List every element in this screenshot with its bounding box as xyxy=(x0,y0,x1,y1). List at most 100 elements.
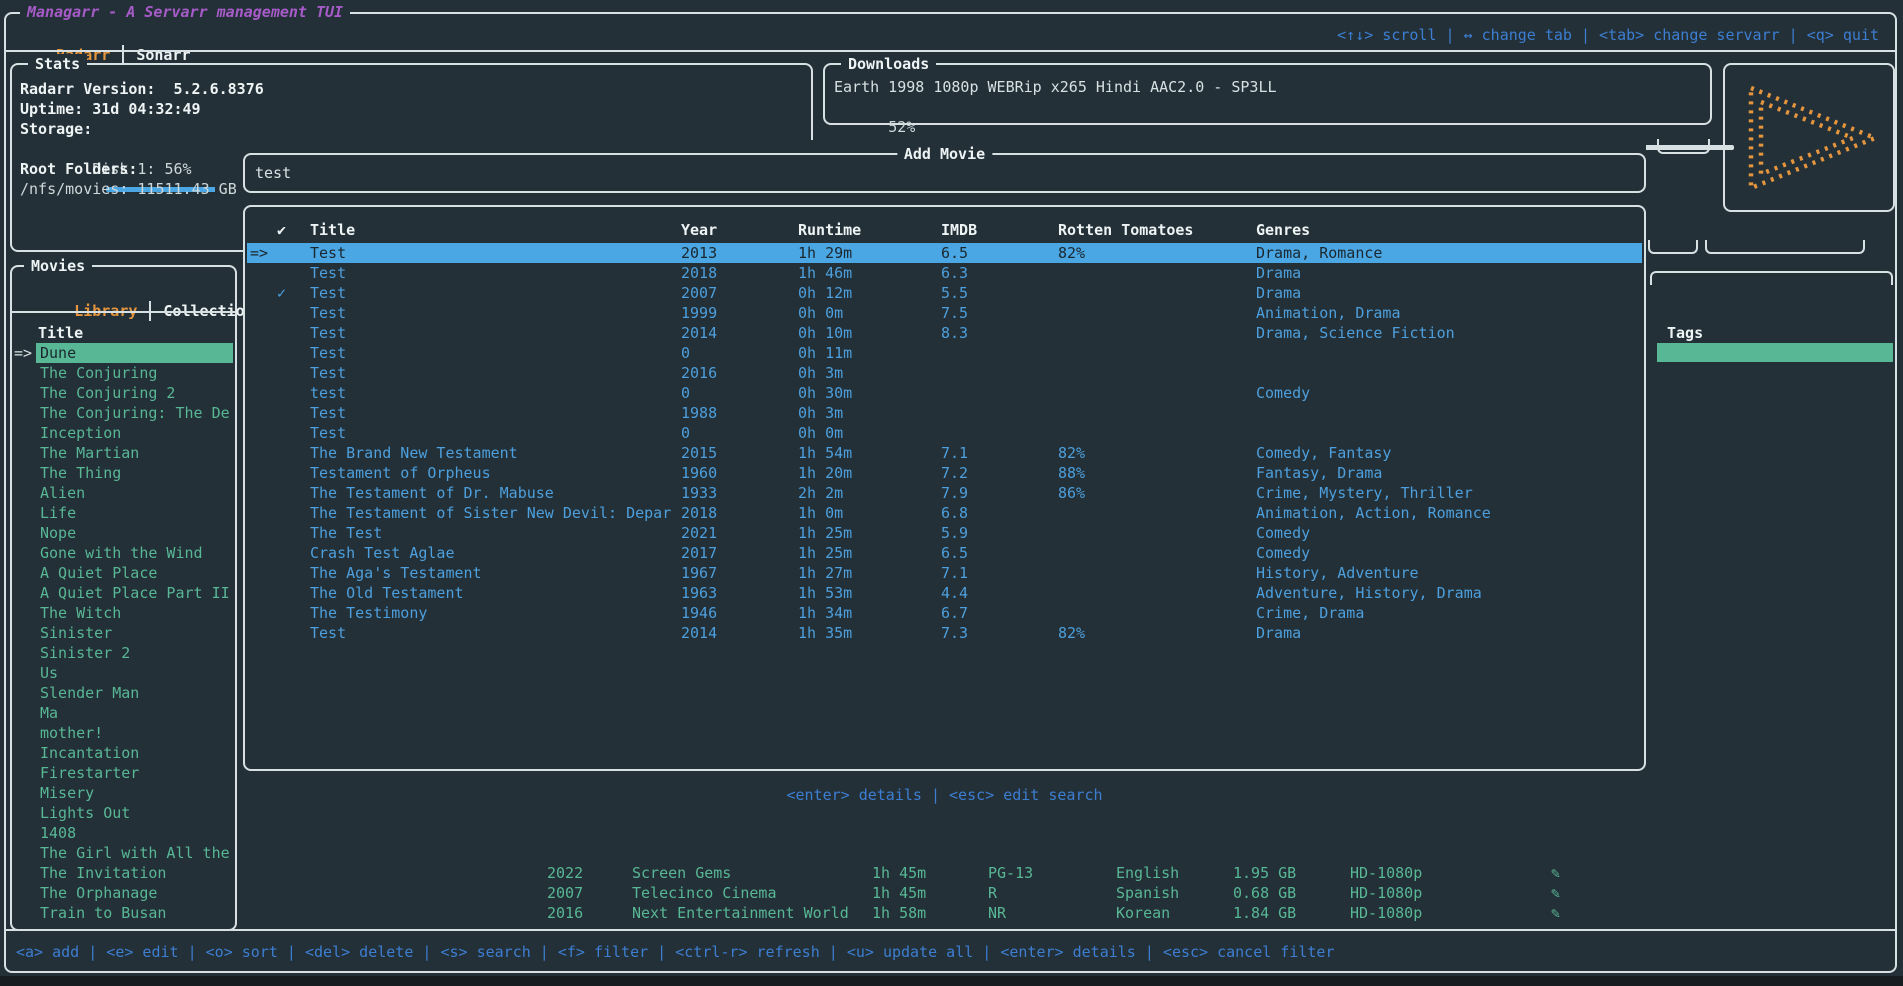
movie-list-item[interactable]: Inception xyxy=(12,423,233,443)
result-genres: Comedy xyxy=(1256,543,1310,563)
result-row[interactable]: Test 1988 0h 3m xyxy=(247,403,1642,423)
movie-list-item[interactable]: Alien xyxy=(12,483,233,503)
selection-arrow xyxy=(12,743,36,763)
result-genres: Comedy, Fantasy xyxy=(1256,443,1391,463)
tags-selected-item[interactable] xyxy=(1657,343,1893,362)
selection-arrow xyxy=(12,423,36,443)
tags-panel-border xyxy=(1650,271,1893,285)
top-keybind-hints: <↑↓> scroll | ↔ change tab | <tab> chang… xyxy=(1337,25,1879,45)
movies-list: => Dune The Conjuring The Conjuring 2 Th… xyxy=(12,343,233,923)
movie-list-item[interactable]: 1408 xyxy=(12,823,233,843)
result-row[interactable]: Test 2018 1h 46m 6.3 Drama xyxy=(247,263,1642,283)
file-row[interactable]: 2016 Next Entertainment World 1h 58m NR … xyxy=(0,903,1903,923)
movie-title: Life xyxy=(36,503,233,523)
result-title: Test xyxy=(310,343,675,363)
result-row[interactable]: The Test 2021 1h 25m 5.9 Comedy xyxy=(247,523,1642,543)
file-row[interactable]: 2007 Telecinco Cinema 1h 45m R Spanish 0… xyxy=(0,883,1903,903)
movie-list-item[interactable]: Sinister xyxy=(12,623,233,643)
result-title: Test xyxy=(310,363,675,383)
result-title: Testament of Orpheus xyxy=(310,463,675,483)
edit-pencil-icon[interactable]: ✎ xyxy=(1551,863,1560,883)
result-row[interactable]: Test 2016 0h 3m xyxy=(247,363,1642,383)
selection-arrow xyxy=(12,643,36,663)
file-size: 1.84 GB xyxy=(1233,903,1296,923)
movie-list-item[interactable]: mother! xyxy=(12,723,233,743)
result-rotten-tomatoes: 82% xyxy=(1058,623,1085,643)
movie-list-item[interactable]: A Quiet Place Part II xyxy=(12,583,233,603)
movie-list-item[interactable]: Slender Man xyxy=(12,683,233,703)
result-title: Test xyxy=(310,403,675,423)
result-genres: Drama, Science Fiction xyxy=(1256,323,1455,343)
movie-list-item[interactable]: The Conjuring: The De xyxy=(12,403,233,423)
selection-arrow xyxy=(12,823,36,843)
result-row[interactable]: Test 2014 0h 10m 8.3 Drama, Science Fict… xyxy=(247,323,1642,343)
movie-list-item[interactable]: The Conjuring xyxy=(12,363,233,383)
result-row[interactable]: The Aga's Testament 1967 1h 27m 7.1 Hist… xyxy=(247,563,1642,583)
selection-arrow xyxy=(12,783,36,803)
result-runtime: 0h 3m xyxy=(798,403,843,423)
movie-list-item[interactable]: The Conjuring 2 xyxy=(12,383,233,403)
movie-list-item[interactable]: The Martian xyxy=(12,443,233,463)
managarr-play-logo-icon xyxy=(1735,79,1885,197)
movie-list-item[interactable]: Lights Out xyxy=(12,803,233,823)
result-row[interactable]: => Test 2013 1h 29m 6.5 82% Drama, Roman… xyxy=(247,243,1642,263)
result-rotten-tomatoes: 86% xyxy=(1058,483,1085,503)
result-row[interactable]: Crash Test Aglae 2017 1h 25m 6.5 Comedy xyxy=(247,543,1642,563)
movie-list-item[interactable]: Us xyxy=(12,663,233,683)
result-year: 2014 xyxy=(681,323,717,343)
column-check: ✔ xyxy=(277,220,286,240)
result-row[interactable]: The Testimony 1946 1h 34m 6.7 Crime, Dra… xyxy=(247,603,1642,623)
result-imdb: 7.9 xyxy=(941,483,968,503)
movie-list-item[interactable]: Firestarter xyxy=(12,763,233,783)
movie-list-item[interactable]: Ma xyxy=(12,703,233,723)
tab-sonarr[interactable]: Sonarr xyxy=(136,46,190,64)
movie-list-item[interactable]: => Dune xyxy=(12,343,233,363)
movie-list-item[interactable]: The Witch xyxy=(12,603,233,623)
edit-pencil-icon[interactable]: ✎ xyxy=(1551,903,1560,923)
movie-title: Sinister 2 xyxy=(36,643,233,663)
file-runtime: 1h 45m xyxy=(872,883,926,903)
result-row[interactable]: The Old Testament 1963 1h 53m 4.4 Advent… xyxy=(247,583,1642,603)
movie-list-item[interactable]: Gone with the Wind xyxy=(12,543,233,563)
result-row[interactable]: The Brand New Testament 2015 1h 54m 7.1 … xyxy=(247,443,1642,463)
search-input-value[interactable]: test xyxy=(255,155,291,191)
result-title: test xyxy=(310,383,675,403)
movie-title: The Conjuring 2 xyxy=(36,383,233,403)
result-row[interactable]: The Testament of Sister New Devil: Depar… xyxy=(247,503,1642,523)
result-title: Test xyxy=(310,263,675,283)
movies-panel-title: Movies xyxy=(24,256,92,276)
add-movie-search-box[interactable]: Add Movie test xyxy=(243,153,1646,193)
result-row[interactable]: The Testament of Dr. Mabuse 1933 2h 2m 7… xyxy=(247,483,1642,503)
radarr-version-value: 5.2.6.8376 xyxy=(173,80,263,98)
movie-list-item[interactable]: The Girl with All the xyxy=(12,843,233,863)
result-row[interactable]: ✓ Test 2007 0h 12m 5.5 Drama xyxy=(247,283,1642,303)
selection-arrow: => xyxy=(12,343,36,363)
result-row[interactable]: test 0 0h 30m Comedy xyxy=(247,383,1642,403)
result-runtime: 0h 0m xyxy=(798,303,843,323)
movie-list-item[interactable]: Nope xyxy=(12,523,233,543)
add-movie-modal: Add Movie test ✔ Title Year Runtime IMDB… xyxy=(243,140,1646,812)
movie-list-item[interactable]: A Quiet Place xyxy=(12,563,233,583)
result-title: The Testament of Dr. Mabuse xyxy=(310,483,675,503)
tags-panel-title: Tags xyxy=(1667,323,1703,343)
result-row[interactable]: Test 0 0h 0m xyxy=(247,423,1642,443)
movie-list-item[interactable]: Sinister 2 xyxy=(12,643,233,663)
file-row[interactable]: 2022 Screen Gems 1h 45m PG-13 English 1.… xyxy=(0,863,1903,883)
result-imdb: 7.1 xyxy=(941,443,968,463)
result-row[interactable]: Testament of Orpheus 1960 1h 20m 7.2 88%… xyxy=(247,463,1642,483)
movie-list-item[interactable]: The Thing xyxy=(12,463,233,483)
movie-list-item[interactable]: Misery xyxy=(12,783,233,803)
movie-title: Sinister xyxy=(36,623,233,643)
result-year: 0 xyxy=(681,383,690,403)
file-runtime: 1h 58m xyxy=(872,903,926,923)
result-row[interactable]: Test 2014 1h 35m 7.3 82% Drama xyxy=(247,623,1642,643)
result-runtime: 1h 20m xyxy=(798,463,852,483)
result-runtime: 1h 34m xyxy=(798,603,852,623)
movie-list-item[interactable]: Life xyxy=(12,503,233,523)
edit-pencil-icon[interactable]: ✎ xyxy=(1551,883,1560,903)
result-row[interactable]: Test 0 0h 11m xyxy=(247,343,1642,363)
movie-list-item[interactable]: Incantation xyxy=(12,743,233,763)
file-year: 2022 xyxy=(547,863,583,883)
result-row[interactable]: Test 1999 0h 0m 7.5 Animation, Drama xyxy=(247,303,1642,323)
result-imdb: 6.8 xyxy=(941,503,968,523)
